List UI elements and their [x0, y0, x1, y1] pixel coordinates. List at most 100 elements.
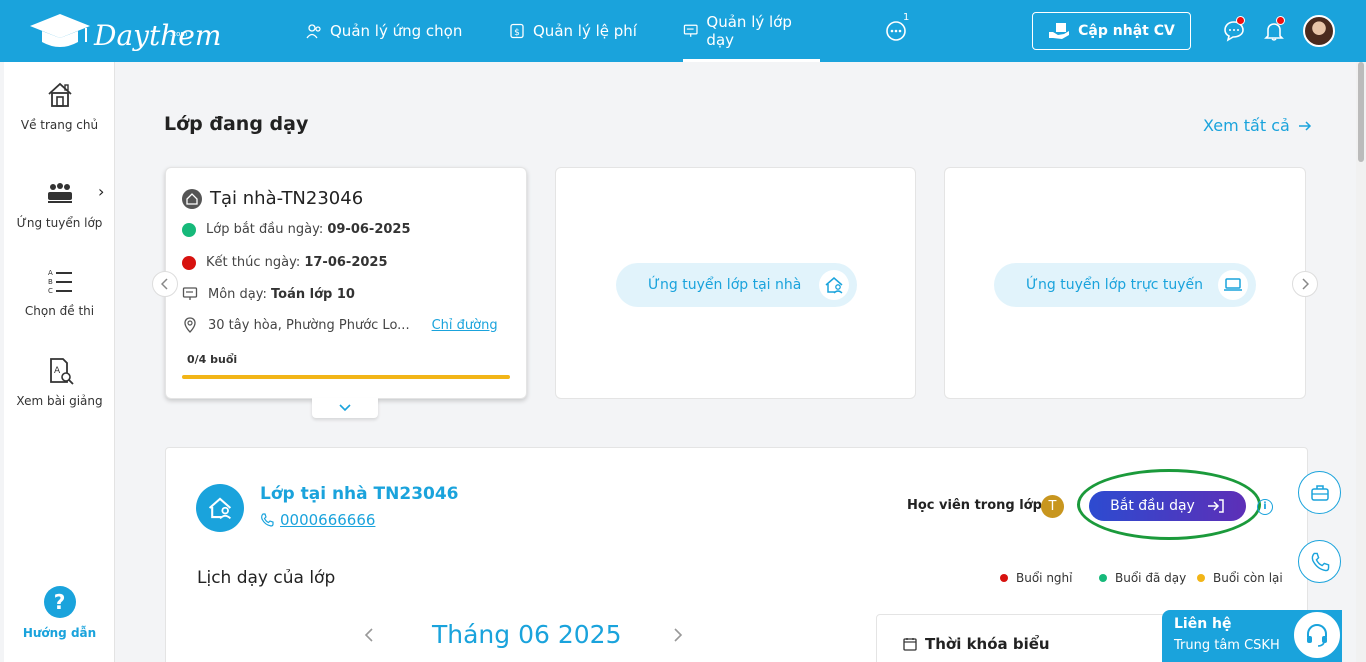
- legend-red-dot: [1000, 574, 1008, 582]
- see-all-label: Xem tất cả: [1203, 116, 1290, 135]
- nav-fees[interactable]: $ Quản lý lệ phí: [509, 0, 637, 62]
- chat-badge: 1: [903, 12, 910, 23]
- home-icon: [47, 82, 72, 107]
- start-date-value: 09-06-2025: [327, 222, 411, 237]
- apply-home-button[interactable]: Ứng tuyển lớp tại nhà: [616, 263, 857, 307]
- end-date-row: Kết thúc ngày: 17-06-2025: [182, 255, 388, 270]
- legend-taught: Buổi đã dạy: [1099, 571, 1186, 585]
- svg-text:A: A: [48, 269, 53, 277]
- info-icon[interactable]: i: [1257, 499, 1273, 515]
- nav-classes-label: Quản lý lớp dạy: [706, 13, 792, 49]
- nav-classes[interactable]: Quản lý lớp dạy: [683, 0, 820, 62]
- carousel-prev-button[interactable]: [152, 271, 178, 297]
- legend-taught-label: Buổi đã dạy: [1115, 571, 1187, 585]
- sidebar: Về trang chủ Ứng tuyển lớp › ABC Chọn đề…: [4, 62, 115, 662]
- end-date-value: 17-06-2025: [304, 255, 388, 270]
- legend-absent: Buổi nghỉ: [1000, 571, 1073, 585]
- svg-text:C: C: [48, 287, 53, 295]
- next-month-button[interactable]: [673, 626, 683, 647]
- sidebar-item-exams[interactable]: ABC Chọn đề thi: [4, 266, 115, 318]
- timetable-title: Thời khóa biểu: [903, 635, 1050, 653]
- apply-home-label: Ứng tuyển lớp tại nhà: [648, 277, 802, 293]
- sidebar-label-exams: Chọn đề thi: [24, 304, 95, 318]
- directions-link[interactable]: Chỉ đường: [432, 318, 498, 333]
- chevron-right-icon[interactable]: ›: [98, 182, 104, 201]
- nav-fees-label: Quản lý lệ phí: [533, 22, 637, 40]
- sessions-count: 0/4 buổi: [187, 353, 238, 366]
- calendar-icon: [903, 638, 917, 651]
- chat-more-icon[interactable]: [885, 20, 907, 42]
- update-cv-button[interactable]: Cập nhật CV: [1032, 12, 1191, 50]
- customer-support-widget[interactable]: Liên hệ Trung tâm CSKH: [1162, 610, 1342, 662]
- start-date-label: Lớp bắt đầu ngày:: [206, 222, 324, 237]
- home-person-icon: [819, 270, 849, 300]
- sidebar-label-lectures: Xem bài giảng: [16, 394, 103, 408]
- headset-icon: [1292, 610, 1342, 660]
- class-detail-panel: Lớp tại nhà TN23046 0000666666 Học viên …: [165, 447, 1310, 662]
- prev-month-button[interactable]: [364, 626, 374, 647]
- legend-remaining-label: Buổi còn lại: [1213, 571, 1283, 585]
- page-scrollbar[interactable]: [1356, 62, 1366, 662]
- home-class-icon: [182, 188, 202, 209]
- nav-applications[interactable]: Quản lý ứng chọn: [306, 0, 462, 62]
- apply-online-button[interactable]: Ứng tuyển lớp trực tuyến: [994, 263, 1256, 307]
- top-navbar: Daythem .com Quản lý ứng chọn $ Quản lý …: [0, 0, 1366, 62]
- briefcase-icon: [1310, 484, 1329, 501]
- support-subtitle: Trung tâm CSKH: [1174, 638, 1280, 653]
- green-dot-icon: [182, 222, 196, 237]
- subject-value: Toán lớp 10: [271, 286, 355, 302]
- help-icon: ?: [43, 586, 76, 618]
- legend-yellow-dot: [1197, 574, 1205, 582]
- bell-notification-dot: [1276, 16, 1285, 25]
- apply-online-card: Ứng tuyển lớp trực tuyến: [944, 167, 1306, 399]
- class-phone-number: 0000666666: [280, 511, 376, 529]
- document-search-icon: A: [49, 358, 74, 385]
- laptop-icon: [1218, 270, 1248, 300]
- fee-icon: $: [510, 23, 524, 39]
- apply-online-label: Ứng tuyển lớp trực tuyến: [1026, 277, 1203, 293]
- sidebar-item-lectures[interactable]: A Xem bài giảng: [4, 356, 115, 408]
- class-phone[interactable]: 0000666666: [260, 511, 375, 529]
- students-label: Học viên trong lớp:: [907, 498, 1048, 513]
- schedule-title: Lịch dạy của lớp: [197, 568, 336, 588]
- class-card[interactable]: Tại nhà-TN23046 Lớp bắt đầu ngày: 09-06-…: [165, 167, 527, 399]
- start-date-row: Lớp bắt đầu ngày: 09-06-2025: [182, 222, 411, 237]
- section-title: Lớp đang dạy: [164, 113, 309, 135]
- chevron-down-icon: [339, 404, 351, 412]
- sidebar-label-help: Hướng dẫn: [22, 626, 97, 640]
- login-arrow-icon: [1207, 499, 1224, 513]
- logo-text: Daythem: [94, 19, 222, 52]
- classroom-icon: [47, 183, 72, 203]
- users-icon: [306, 24, 321, 39]
- address-text: 30 tây hòa, Phường Phước Lo...: [208, 317, 410, 333]
- nav-applications-label: Quản lý ứng chọn: [330, 22, 463, 40]
- chevron-right-icon: [674, 628, 683, 642]
- logo-subtext: .com: [170, 30, 188, 38]
- message-notification-dot: [1236, 16, 1245, 25]
- user-avatar[interactable]: [1303, 15, 1335, 47]
- svg-text:$: $: [514, 28, 520, 38]
- current-month: Tháng 06 2025: [432, 620, 622, 649]
- support-title: Liên hệ: [1174, 616, 1232, 632]
- svg-text:A: A: [54, 366, 61, 376]
- briefcase-button[interactable]: [1298, 471, 1341, 514]
- student-avatar[interactable]: T: [1041, 495, 1064, 518]
- chevron-right-icon: [1302, 278, 1309, 290]
- sidebar-label-apply: Ứng tuyển lớp: [16, 216, 103, 230]
- expand-card-button[interactable]: [312, 398, 378, 418]
- sidebar-item-help[interactable]: ? Hướng dẫn: [4, 586, 115, 640]
- hand-cv-icon: [1049, 23, 1070, 39]
- see-all-link[interactable]: Xem tất cả: [1203, 116, 1312, 135]
- timetable-title-text: Thời khóa biểu: [925, 635, 1050, 653]
- chevron-left-icon: [364, 628, 373, 642]
- home-class-icon: [196, 484, 244, 532]
- carousel-next-button[interactable]: [1292, 271, 1318, 297]
- subject-label: Môn dạy:: [208, 286, 267, 302]
- legend-remaining: Buổi còn lại: [1197, 571, 1283, 585]
- start-teaching-button[interactable]: Bắt đầu dạy: [1089, 491, 1246, 521]
- call-button[interactable]: [1298, 540, 1341, 583]
- arrow-right-icon: [1298, 120, 1311, 131]
- graduation-cap-icon: [30, 14, 90, 47]
- logo[interactable]: Daythem: [28, 10, 221, 52]
- sidebar-item-home[interactable]: Về trang chủ: [4, 80, 115, 132]
